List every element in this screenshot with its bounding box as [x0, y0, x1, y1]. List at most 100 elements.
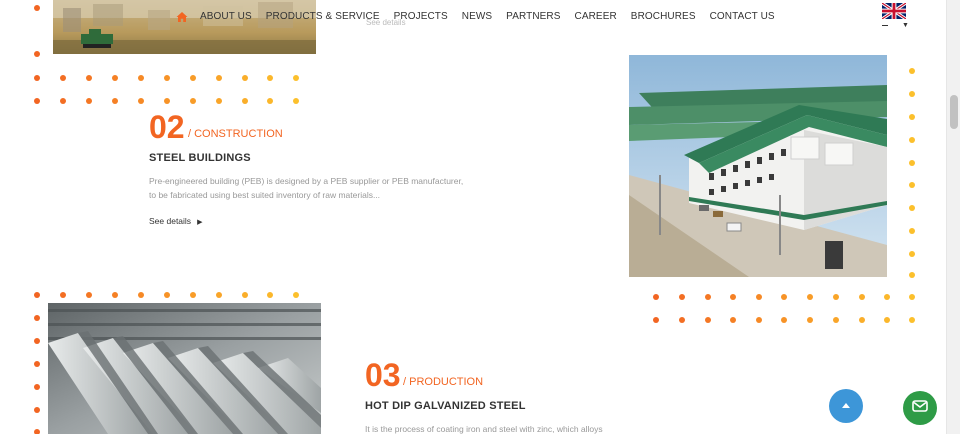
- decorative-dot: [138, 98, 144, 104]
- nav-item-career[interactable]: CAREER: [575, 11, 617, 22]
- decorative-dot: [807, 294, 813, 300]
- language-dropdown-caret-icon[interactable]: ▼: [902, 22, 909, 29]
- decorative-dot: [242, 98, 248, 104]
- decorative-dot: [705, 294, 711, 300]
- nav-item-brochures[interactable]: BROCHURES: [631, 11, 696, 22]
- top-navigation: ABOUT US PRODUCTS & SERVICE PROJECTS NEW…: [0, 0, 946, 32]
- decorative-dot: [86, 98, 92, 104]
- decorative-dot: [112, 292, 118, 298]
- decorative-dot: [859, 317, 865, 323]
- decorative-dot: [34, 51, 40, 57]
- decorative-dot: [293, 98, 299, 104]
- section-title-steel-buildings: STEEL BUILDINGS: [149, 152, 251, 164]
- decorative-dot: [909, 68, 915, 74]
- decorative-dot: [859, 294, 865, 300]
- decorative-dot: [730, 317, 736, 323]
- decorative-dot: [705, 317, 711, 323]
- description-line: to be fabricated using best suited inven…: [149, 190, 381, 200]
- decorative-dot: [34, 384, 40, 390]
- decorative-dot: [293, 75, 299, 81]
- decorative-dot: [884, 294, 890, 300]
- decorative-dot: [653, 294, 659, 300]
- decorative-dot: [60, 75, 66, 81]
- decorative-dot: [781, 294, 787, 300]
- scroll-to-top-button[interactable]: [829, 389, 863, 423]
- decorative-dot: [909, 137, 915, 143]
- decorative-dot: [756, 294, 762, 300]
- decorative-dot: [267, 292, 273, 298]
- steel-building-warehouse-image: [629, 55, 887, 277]
- section-category-production: / PRODUCTION: [403, 376, 484, 388]
- decorative-dot: [112, 98, 118, 104]
- decorative-dot: [190, 75, 196, 81]
- galvanized-steel-image: [48, 303, 321, 434]
- decorative-dot: [34, 75, 40, 81]
- decorative-dot: [807, 317, 813, 323]
- decorative-dot: [138, 75, 144, 81]
- decorative-dot: [909, 228, 915, 234]
- decorative-dot: [909, 182, 915, 188]
- decorative-dot: [730, 294, 736, 300]
- nav-item-projects[interactable]: PROJECTS: [394, 11, 448, 22]
- home-icon[interactable]: [176, 10, 188, 22]
- decorative-dot: [216, 75, 222, 81]
- decorative-dot: [909, 205, 915, 211]
- decorative-dot: [833, 294, 839, 300]
- decorative-dot: [138, 292, 144, 298]
- decorative-dot: [781, 317, 787, 323]
- description-line: Pre-engineered building (PEB) is designe…: [149, 176, 464, 186]
- decorative-dot: [34, 429, 40, 434]
- section-number-02: 02: [149, 109, 185, 145]
- nav-item-news[interactable]: NEWS: [462, 11, 492, 22]
- decorative-dot: [909, 251, 915, 257]
- decorative-dot: [909, 114, 915, 120]
- decorative-dot: [909, 272, 915, 278]
- decorative-dot: [756, 317, 762, 323]
- decorative-dot: [86, 292, 92, 298]
- decorative-dot: [679, 317, 685, 323]
- nav-item-about-us[interactable]: ABOUT US: [200, 11, 252, 22]
- decorative-dot: [190, 292, 196, 298]
- nav-item-products-service[interactable]: PRODUCTS & SERVICE: [266, 11, 380, 22]
- decorative-dot: [86, 75, 92, 81]
- language-divider: [882, 25, 888, 26]
- nav-menu: ABOUT US PRODUCTS & SERVICE PROJECTS NEW…: [176, 10, 789, 22]
- decorative-dot: [833, 317, 839, 323]
- decorative-dot: [164, 292, 170, 298]
- decorative-dot: [34, 361, 40, 367]
- decorative-dot: [216, 98, 222, 104]
- page-scrollbar[interactable]: [946, 0, 960, 434]
- decorative-dot: [34, 407, 40, 413]
- decorative-dot: [242, 75, 248, 81]
- decorative-dot: [60, 292, 66, 298]
- scrollbar-thumb[interactable]: [950, 95, 958, 129]
- decorative-dot: [164, 75, 170, 81]
- see-details-link[interactable]: See details ▶: [149, 216, 202, 226]
- decorative-dot: [34, 98, 40, 104]
- decorative-dot: [267, 98, 273, 104]
- decorative-dot: [34, 292, 40, 298]
- chevron-up-icon: [841, 397, 851, 415]
- section-title-hot-dip-galvanized-steel: HOT DIP GALVANIZED STEEL: [365, 400, 526, 412]
- nav-item-contact-us[interactable]: CONTACT US: [710, 11, 775, 22]
- decorative-dot: [112, 75, 118, 81]
- decorative-dot: [909, 91, 915, 97]
- nav-item-partners[interactable]: PARTNERS: [506, 11, 560, 22]
- section-description-galvanized-steel: It is the process of coating iron and st…: [365, 422, 695, 434]
- decorative-dot: [653, 317, 659, 323]
- decorative-dot: [34, 338, 40, 344]
- decorative-dot: [909, 294, 915, 300]
- mail-icon: [912, 399, 928, 418]
- section-category-construction: / CONSTRUCTION: [188, 128, 283, 140]
- decorative-dot: [909, 317, 915, 323]
- see-details-label: See details: [149, 216, 192, 226]
- description-line: It is the process of coating iron and st…: [365, 424, 603, 434]
- decorative-dot: [34, 315, 40, 321]
- contact-mail-button[interactable]: [903, 391, 937, 425]
- decorative-dot: [679, 294, 685, 300]
- section-description-steel-buildings: Pre-engineered building (PEB) is designe…: [149, 174, 494, 202]
- decorative-dot: [60, 98, 66, 104]
- decorative-dot: [190, 98, 196, 104]
- decorative-dot: [267, 75, 273, 81]
- uk-flag-icon[interactable]: [881, 1, 907, 21]
